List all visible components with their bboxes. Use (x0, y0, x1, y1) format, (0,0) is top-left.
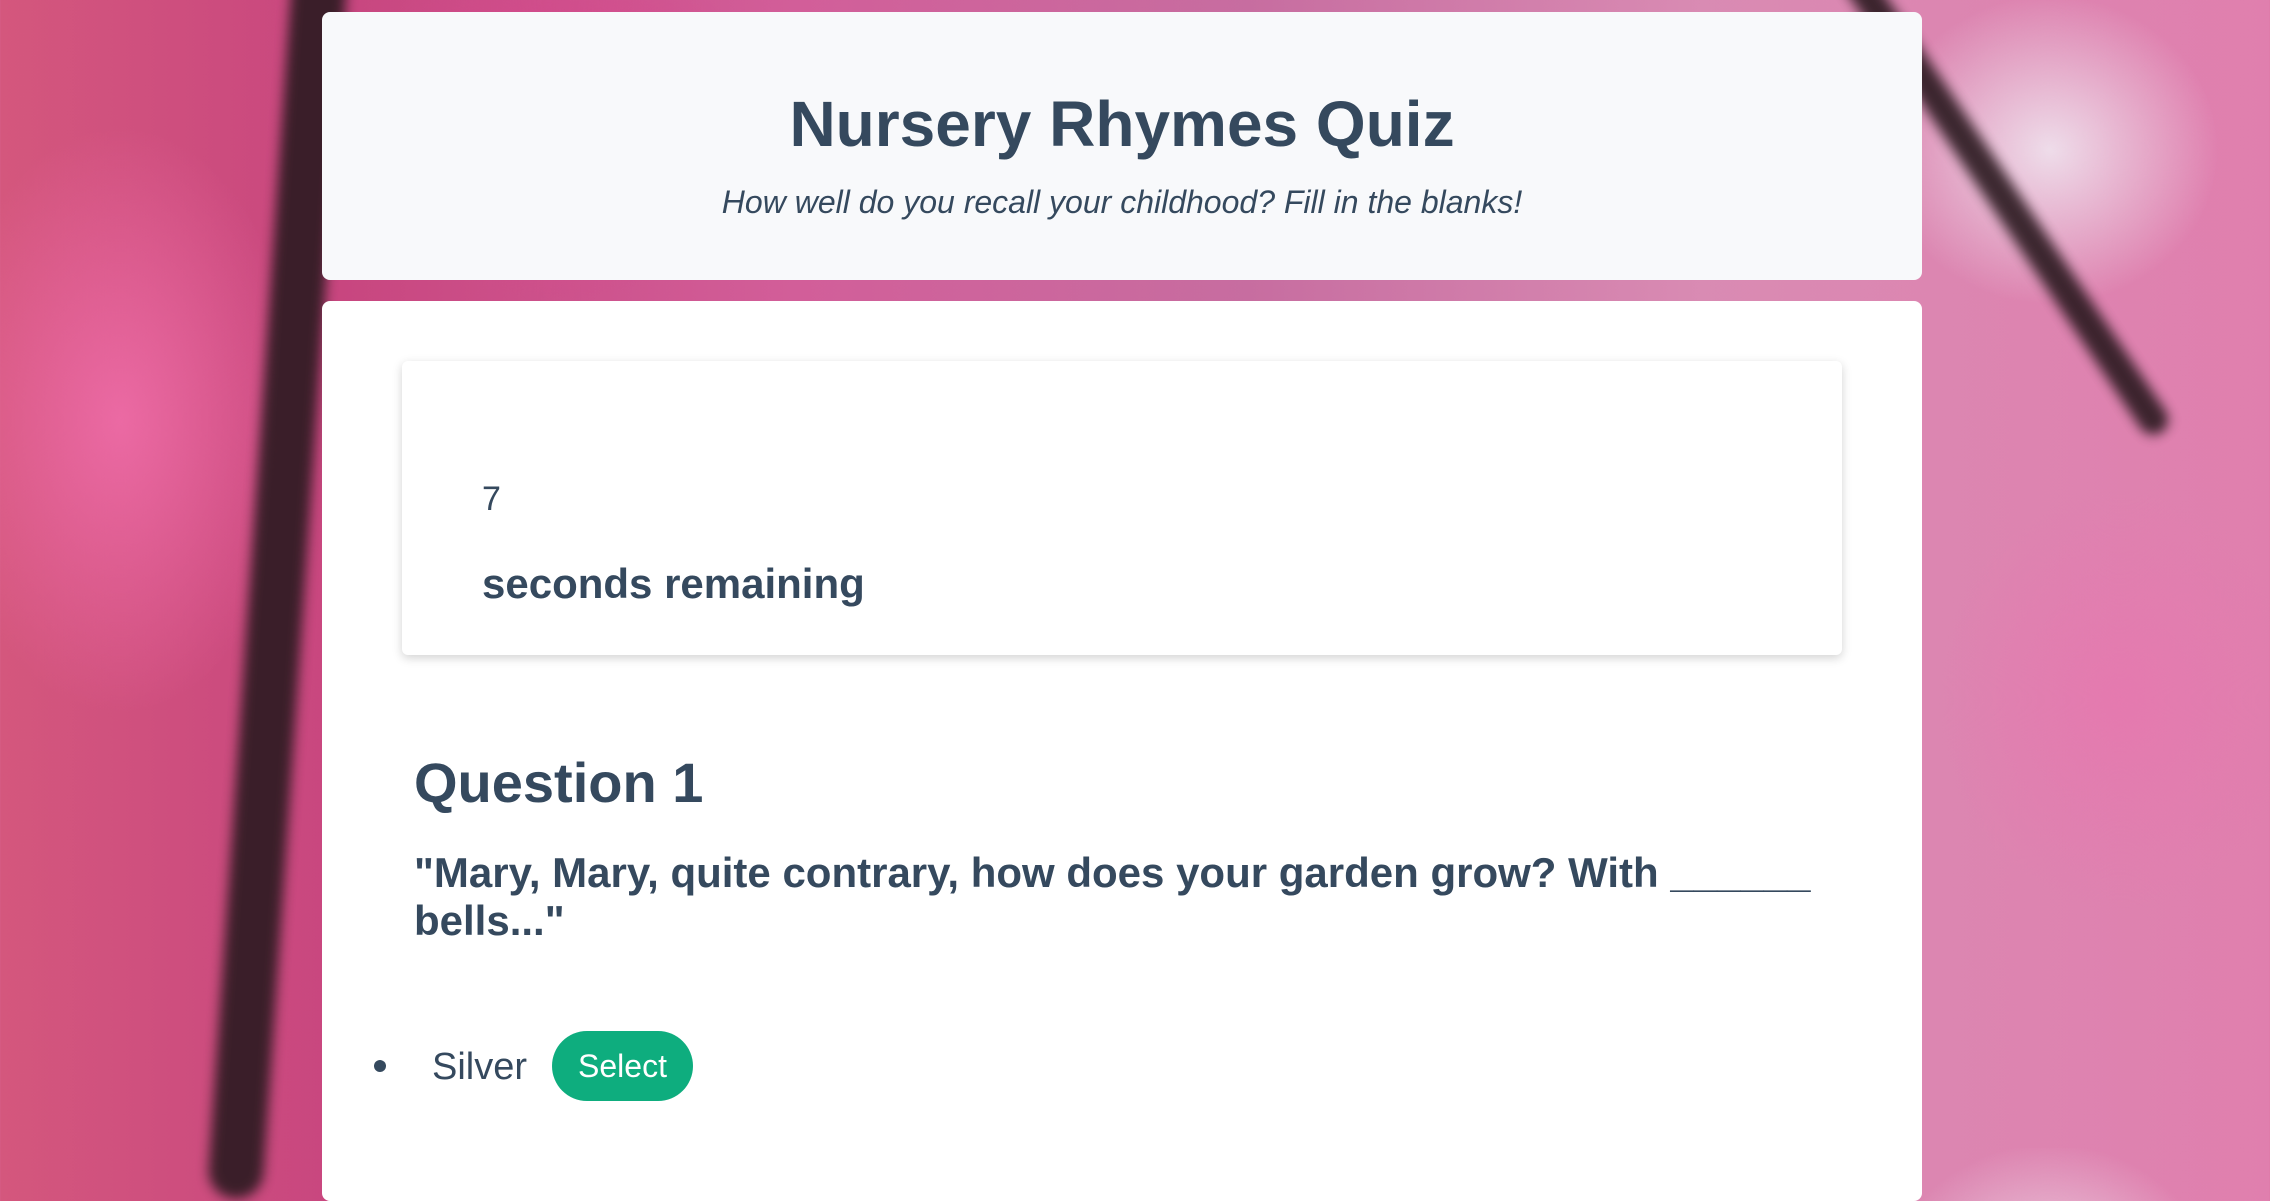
select-answer-button[interactable]: Select (552, 1031, 693, 1101)
question-heading: Question 1 (414, 751, 704, 814)
timer-label: seconds remaining (482, 560, 865, 607)
page-subtitle: How well do you recall your childhood? F… (721, 184, 1523, 220)
timer-panel: 7 seconds remaining (402, 361, 1842, 655)
answer-option-label: Silver (432, 1046, 528, 1088)
timer-count: 7 (482, 480, 501, 518)
page-title: Nursery Rhymes Quiz (789, 88, 1455, 160)
quiz-header: Nursery Rhymes Quiz How well do you reca… (322, 12, 1922, 280)
question-text: "Mary, Mary, quite contrary, how does yo… (414, 849, 1811, 944)
quiz-card: 7 seconds remaining Question 1 "Mary, Ma… (322, 301, 1922, 1201)
bullet-icon (374, 1060, 386, 1072)
